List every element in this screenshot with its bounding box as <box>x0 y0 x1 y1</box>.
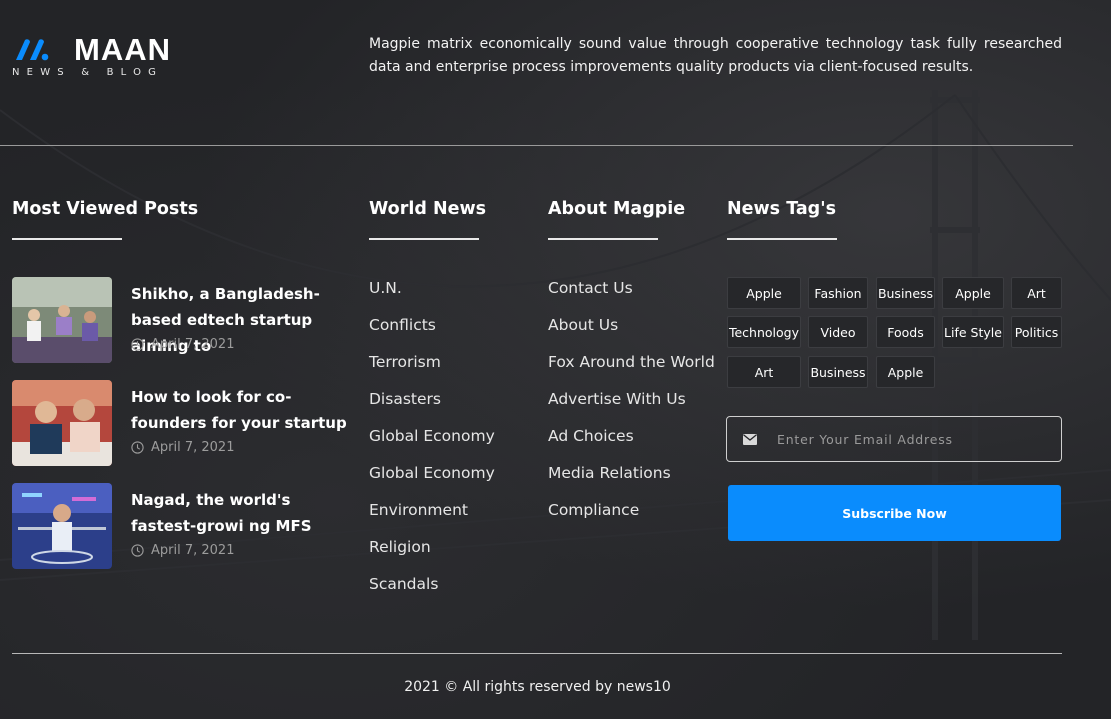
world-news-link[interactable]: Conflicts <box>369 316 495 353</box>
footer-intro-text: Magpie matrix economically sound value t… <box>369 36 1062 75</box>
post-title[interactable]: How to look for co-founders for your sta… <box>131 384 347 436</box>
divider <box>0 145 1073 146</box>
heading-underline <box>548 238 658 240</box>
about-link[interactable]: Compliance <box>548 501 715 538</box>
news-tags-heading: News Tag's <box>727 199 836 219</box>
about-link[interactable]: Media Relations <box>548 464 715 501</box>
tag-link[interactable]: Art <box>727 356 801 388</box>
subscribe-button[interactable]: Subscribe Now <box>728 485 1061 541</box>
post-thumbnail[interactable] <box>12 277 112 363</box>
world-news-link[interactable]: U.N. <box>369 279 495 316</box>
post-date: April 7, 2021 <box>131 440 234 455</box>
tag-link[interactable]: Business <box>808 356 868 388</box>
about-link[interactable]: Advertise With Us <box>548 390 715 427</box>
post-date-text: April 7, 2021 <box>151 543 235 558</box>
most-viewed-heading: Most Viewed Posts <box>12 199 199 219</box>
tag-link[interactable]: Foods <box>876 316 935 348</box>
post-date-text: April 7, 2021 <box>151 440 235 455</box>
email-field <box>726 416 1062 462</box>
tag-link[interactable]: Apple <box>942 277 1004 309</box>
post-date: April 7, 2021 <box>131 337 234 352</box>
brand-mark-icon <box>16 39 49 61</box>
tag-link[interactable]: Apple <box>876 356 935 388</box>
divider <box>12 653 1062 654</box>
tag-link[interactable]: Apple <box>727 277 801 309</box>
world-news-link[interactable]: Scandals <box>369 575 495 612</box>
post-thumbnail[interactable] <box>12 483 112 569</box>
world-news-link[interactable]: Religion <box>369 538 495 575</box>
world-news-link[interactable]: Terrorism <box>369 353 495 390</box>
world-news-link[interactable]: Environment <box>369 501 495 538</box>
about-list: Contact Us About Us Fox Around the World… <box>548 279 715 538</box>
tag-link[interactable]: Video <box>808 316 868 348</box>
world-news-heading: World News <box>369 199 487 219</box>
heading-underline <box>369 238 479 240</box>
tag-link[interactable]: Fashion <box>808 277 868 309</box>
about-heading: About Magpie <box>548 199 686 219</box>
world-news-link[interactable]: Global Economy <box>369 464 495 501</box>
world-news-list: U.N. Conflicts Terrorism Disasters Globa… <box>369 279 495 612</box>
post-date-text: April 7, 2021 <box>151 337 235 352</box>
brand-tagline: NEWS & BLOG <box>12 67 164 78</box>
clock-icon <box>131 441 144 454</box>
brand-logo[interactable]: MAAN NEWS & BLOG <box>12 32 182 84</box>
post-item[interactable]: How to look for co-founders for your sta… <box>12 380 347 466</box>
tag-link[interactable]: Life Style <box>942 316 1004 348</box>
post-thumbnail[interactable] <box>12 380 112 466</box>
clock-icon <box>131 338 144 351</box>
about-link[interactable]: Ad Choices <box>548 427 715 464</box>
post-title[interactable]: Nagad, the world's fastest-growi ng MFS <box>131 487 347 539</box>
heading-underline <box>12 238 122 240</box>
world-news-link[interactable]: Disasters <box>369 390 495 427</box>
post-item[interactable]: Nagad, the world's fastest-growi ng MFS … <box>12 483 347 569</box>
clock-icon <box>131 544 144 557</box>
post-date: April 7, 2021 <box>131 543 234 558</box>
about-link[interactable]: About Us <box>548 316 715 353</box>
email-input[interactable] <box>777 431 1047 447</box>
envelope-icon <box>743 433 757 445</box>
tag-link[interactable]: Politics <box>1011 316 1062 348</box>
tag-link[interactable]: Business <box>876 277 935 309</box>
post-item[interactable]: Shikho, a Bangladesh-based edtech startu… <box>12 277 347 363</box>
about-link[interactable]: Fox Around the World <box>548 353 715 390</box>
tag-link[interactable]: Art <box>1011 277 1062 309</box>
about-link[interactable]: Contact Us <box>548 279 715 316</box>
copyright-text: 2021 © All rights reserved by news10 <box>404 679 671 695</box>
world-news-link[interactable]: Global Economy <box>369 427 495 464</box>
tag-link[interactable]: Technology <box>727 316 801 348</box>
brand-name: MAAN <box>74 32 171 67</box>
heading-underline <box>727 238 837 240</box>
